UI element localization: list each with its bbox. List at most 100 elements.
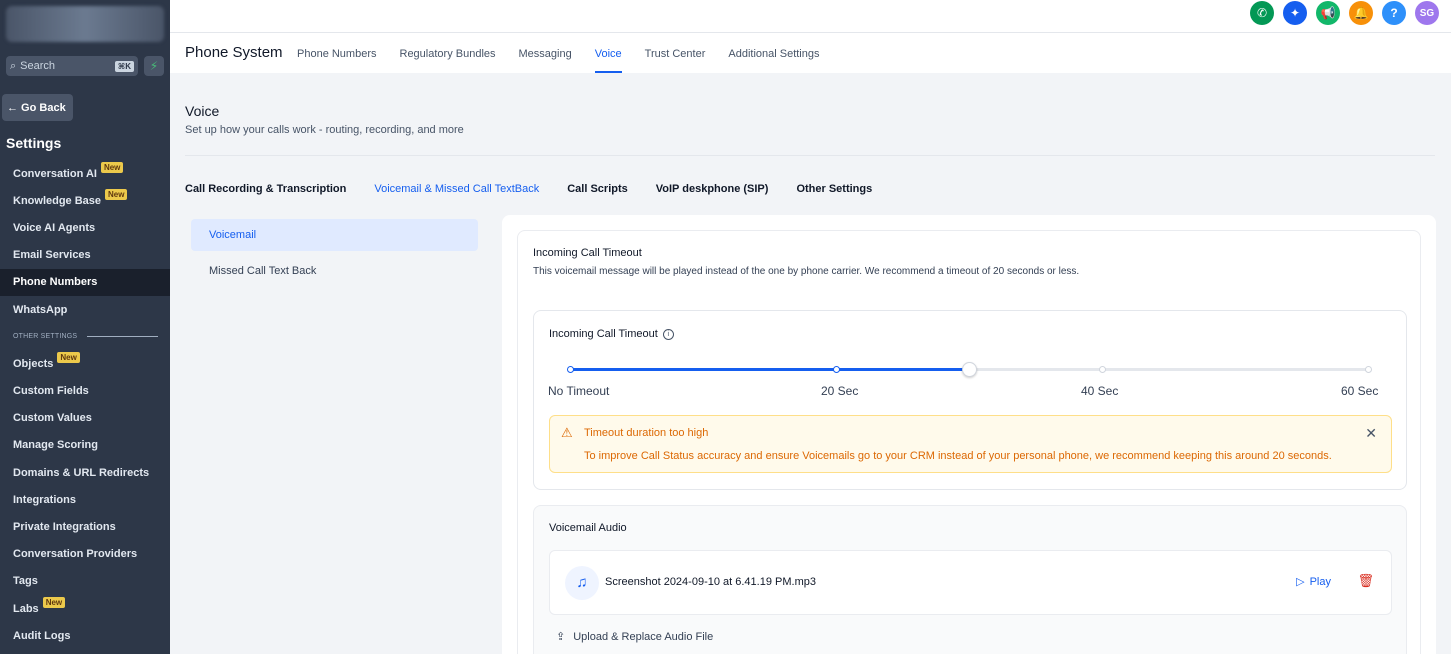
search-shortcut: ⌘K — [114, 60, 134, 72]
play-icon: ▷ — [1296, 576, 1305, 588]
sidebar-item-custom-fields[interactable]: Custom Fields — [0, 378, 170, 405]
warning-icon: ⚠ — [561, 425, 573, 440]
sidebar-item-label: Audit Logs — [13, 629, 71, 642]
sidebar-item-labs[interactable]: Labs New — [0, 595, 170, 622]
new-badge: New — [100, 162, 124, 174]
voicemail-card: Incoming Call Timeout This voicemail mes… — [517, 230, 1421, 654]
sidebar-item-integrations[interactable]: Integrations — [0, 486, 170, 513]
warning-title: Timeout duration too high — [584, 427, 709, 439]
slider-mark-label: 20 Sec — [821, 384, 859, 398]
trash-icon[interactable]: 🗑 — [1357, 573, 1374, 589]
tab-phone-numbers[interactable]: Phone Numbers — [297, 33, 377, 73]
sidebar-item-email-services[interactable]: Email Services — [0, 242, 170, 269]
slider-tick — [1099, 366, 1106, 373]
music-note-icon: ♫ — [565, 566, 599, 600]
sidebar-item-label: Integrations — [13, 493, 76, 506]
slider-tick — [567, 366, 574, 373]
slider-mark-label: 40 Sec — [1081, 384, 1119, 398]
sidebar-item-manage-scoring[interactable]: Manage Scoring — [0, 432, 170, 459]
sidebar-item-label: Custom Values — [13, 412, 92, 425]
tab-additional-settings[interactable]: Additional Settings — [728, 33, 819, 73]
sidebar-item-knowledge-base[interactable]: Knowledge Base New — [0, 187, 170, 214]
audio-file-name: Screenshot 2024-09-10 at 6.41.19 PM.mp3 — [605, 576, 816, 588]
sidebar-item-phone-numbers[interactable]: Phone Numbers — [0, 268, 170, 296]
tab-voice[interactable]: Voice — [594, 33, 622, 73]
section-subtitle: Set up how your calls work - routing, re… — [185, 124, 464, 136]
top-icons: ✆ ✦ 📢 🔔? SG — [1250, 1, 1439, 25]
subtab-voicemail-missed-call-textback[interactable]: Voicemail & Missed Call TextBack — [374, 183, 539, 195]
voicemail-audio: Voicemail Audio ♫ Screenshot 2024-09-10 … — [533, 505, 1407, 654]
sidebar-item-label: Tags — [13, 575, 38, 588]
header-tabs: Phone Numbers Regulatory Bundles Messaging… — [297, 33, 820, 73]
menu-item-missed-call-text-back[interactable]: Missed Call Text Back — [191, 255, 478, 287]
subtab-call-recording-transcription[interactable]: Call Recording & Transcription — [185, 183, 346, 195]
section-divider — [87, 336, 158, 338]
slider-tick — [833, 366, 840, 373]
sidebar-item-voice-ai-agents[interactable]: Voice AI Agents — [0, 214, 170, 241]
timeout-warning: ⚠ Timeout duration too high To improve C… — [549, 415, 1392, 473]
search-input[interactable]: ⌕ Search ⌘K — [6, 56, 138, 76]
play-button[interactable]: ▷ Play — [1296, 575, 1331, 589]
slider-thumb[interactable] — [962, 362, 977, 377]
warning-text: To improve Call Status accuracy and ensu… — [584, 450, 1332, 462]
upload-icon: ⇪ — [556, 631, 566, 643]
menu-item-voicemail[interactable]: Voicemail — [191, 219, 478, 251]
tab-regulatory-bundles[interactable]: Regulatory Bundles — [400, 33, 496, 73]
sidebar-item-label: Private Integrations — [13, 521, 116, 534]
tab-messaging[interactable]: Messaging — [519, 33, 572, 73]
upload-audio-button[interactable]: ⇪ Upload & Replace Audio File — [556, 630, 714, 644]
play-label: Play — [1309, 575, 1331, 588]
page-title: Phone System — [185, 44, 283, 61]
info-icon[interactable]: i — [662, 328, 674, 340]
tab-trust-center[interactable]: Trust Center — [645, 33, 706, 73]
help-icon[interactable]: ? — [1382, 1, 1406, 25]
slider-fill — [570, 368, 969, 371]
new-badge: New — [42, 597, 66, 609]
sidebar-item-whatsapp[interactable]: WhatsApp — [0, 296, 170, 323]
sidebar-item-label: Objects — [13, 357, 54, 370]
page-header: Phone System Phone Numbers Regulatory Bun… — [170, 33, 1451, 73]
slider-mark-label: 60 Sec — [1341, 384, 1379, 398]
slider-label: Incoming Call Timeout — [549, 328, 658, 340]
voicemail-panel: Incoming Call Timeout This voicemail mes… — [502, 215, 1436, 654]
quick-action-bolt-icon[interactable]: ⚡ — [144, 56, 164, 76]
sidebar-item-label: Manage Scoring — [13, 439, 98, 452]
timeout-slider[interactable] — [567, 362, 1372, 377]
timeout-description: This voicemail message will be played in… — [533, 266, 1080, 277]
sidebar-item-label: Conversation AI — [13, 167, 97, 180]
rocket-icon[interactable]: ✦ — [1283, 1, 1307, 25]
sidebar-item-private-integrations[interactable]: Private Integrations — [0, 513, 170, 540]
search-placeholder: Search — [20, 60, 56, 72]
sidebar-item-objects[interactable]: Objects New — [0, 350, 170, 377]
settings-title: Settings — [6, 135, 62, 151]
sidebar-item-tags[interactable]: Tags — [0, 568, 170, 595]
section-title: Voice — [185, 103, 220, 119]
sidebar-nav: Conversation AI New Knowledge Base New Voice… — [0, 160, 170, 649]
sidebar-item-label: Labs — [13, 602, 39, 615]
timeout-heading: Incoming Call Timeout — [533, 247, 642, 259]
sub-tabs: Call Recording & Transcription Voicemail … — [185, 183, 872, 195]
sidebar-item-audit-logs[interactable]: Audit Logs — [0, 622, 170, 649]
account-switcher[interactable] — [6, 6, 164, 42]
divider — [185, 155, 1435, 156]
sidebar-item-conversation-providers[interactable]: Conversation Providers — [0, 541, 170, 568]
close-icon[interactable]: ✕ — [1365, 425, 1377, 442]
subtab-voip-deskphone-sip[interactable]: VoIP deskphone (SIP) — [656, 183, 769, 195]
bell-icon[interactable]: 🔔 — [1349, 1, 1373, 25]
subtab-call-scripts[interactable]: Call Scripts — [567, 183, 628, 195]
go-back-button[interactable]: ← Go Back — [2, 94, 73, 121]
sidebar-item-domains-url-redirects[interactable]: Domains & URL Redirects — [0, 459, 170, 486]
sidebar-item-label: Voice AI Agents — [13, 221, 96, 234]
slider-tick — [1365, 366, 1372, 373]
phone-icon[interactable]: ✆ — [1250, 1, 1274, 25]
slider-mark-label: No Timeout — [548, 384, 610, 398]
sidebar-item-conversation-ai[interactable]: Conversation AI New — [0, 160, 170, 187]
subtab-other-settings[interactable]: Other Settings — [796, 183, 872, 195]
megaphone-icon[interactable]: 📢 — [1316, 1, 1340, 25]
new-badge: New — [57, 352, 80, 364]
avatar[interactable]: SG — [1415, 1, 1439, 25]
sidebar-item-custom-values[interactable]: Custom Values — [0, 405, 170, 432]
upload-label: Upload & Replace Audio File — [573, 630, 714, 643]
main-content: Voice Set up how your calls work - routi… — [170, 73, 1451, 654]
section-label: OTHER SETTINGS — [13, 333, 78, 341]
